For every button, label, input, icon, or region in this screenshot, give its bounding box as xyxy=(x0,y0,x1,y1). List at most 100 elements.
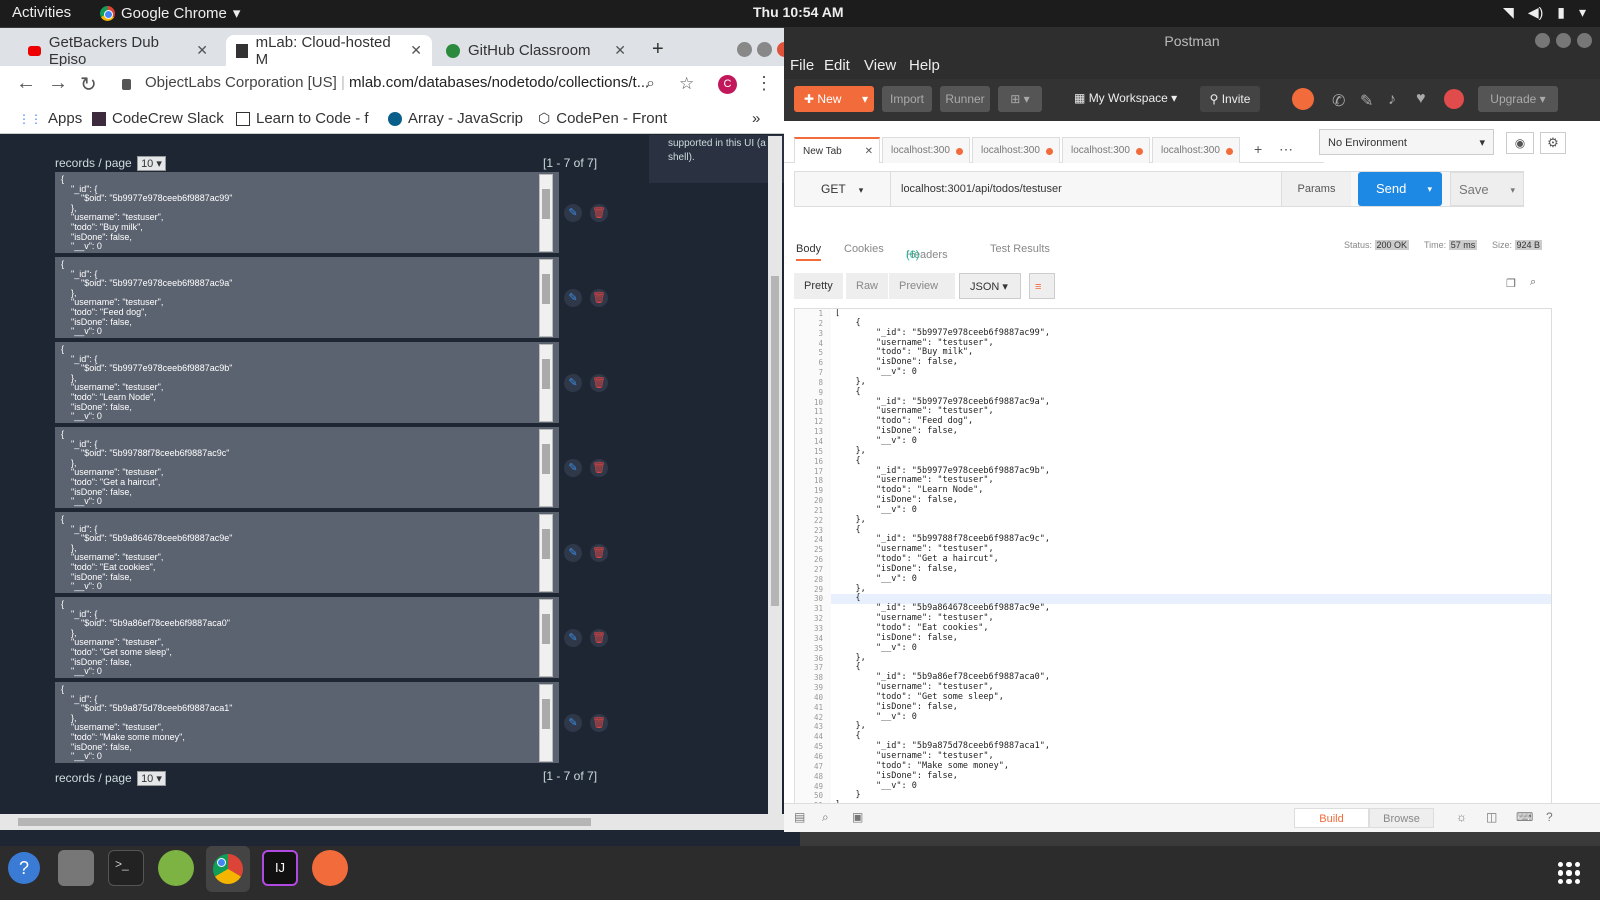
edit-icon[interactable]: ✎ xyxy=(564,374,582,392)
tab-body[interactable]: Body xyxy=(796,243,822,261)
minimize-icon[interactable] xyxy=(1535,33,1550,48)
find-icon[interactable]: ⌕ xyxy=(822,810,829,825)
satellite-icon[interactable]: ✆ xyxy=(1332,91,1345,111)
edit-icon[interactable]: ✎ xyxy=(564,289,582,307)
save-button[interactable]: Save ▾ xyxy=(1450,172,1524,206)
view-preview[interactable]: Preview xyxy=(889,273,955,299)
record-item[interactable]: { "_id": { "$oid": "5b9a86ef78ceeb6f9887… xyxy=(55,597,559,680)
edit-icon[interactable]: ✎ xyxy=(564,714,582,732)
bell-icon[interactable]: ♪ xyxy=(1388,91,1396,109)
record-scrollbar[interactable] xyxy=(539,259,553,337)
eye-icon[interactable]: ◉ xyxy=(1506,132,1534,154)
request-url-input[interactable]: localhost:3001/api/todos/testuser xyxy=(901,172,1062,206)
bookmark-apps[interactable]: ⋮⋮ Apps xyxy=(18,110,82,127)
tab-github-classroom[interactable]: GitHub Classroom ✕ xyxy=(436,35,636,66)
menu-icon[interactable]: ⋮ xyxy=(755,73,773,94)
console-icon[interactable]: ▣ xyxy=(852,810,863,824)
trash-icon[interactable]: 🗑 xyxy=(590,629,608,647)
trash-icon[interactable]: 🗑 xyxy=(590,544,608,562)
tab-mlab[interactable]: mLab: Cloud-hosted M ✕ xyxy=(226,34,432,68)
menu-edit[interactable]: Edit xyxy=(824,57,850,74)
chevron-down-icon[interactable]: ▾ xyxy=(862,86,868,112)
android-studio-icon[interactable] xyxy=(158,850,194,886)
bookmark-codecrew[interactable]: CodeCrew Slack xyxy=(92,110,224,127)
rpp-select[interactable]: 10 ▾ xyxy=(137,771,166,786)
tab-localhost[interactable]: localhost:300 xyxy=(1062,137,1150,163)
browse-button[interactable]: Browse xyxy=(1369,808,1434,828)
avatar[interactable]: C xyxy=(718,75,737,94)
record-item[interactable]: { "_id": { "$oid": "5b9a875d78ceeb6f9887… xyxy=(55,682,559,765)
keyboard-icon[interactable]: ⌨ xyxy=(1516,810,1533,824)
tab-new[interactable]: New Tab ✕ xyxy=(794,137,880,163)
zoom-icon[interactable]: ⌕ xyxy=(646,75,655,93)
wrap-lines-icon[interactable]: ≡ xyxy=(1029,273,1055,299)
tab-getbackers[interactable]: GetBackers Dub Episo ✕ xyxy=(18,34,218,68)
environment-select[interactable]: No Environment ▾ xyxy=(1319,129,1494,155)
terminal-app-icon[interactable]: >_ xyxy=(108,850,144,886)
address-bar[interactable]: ObjectLabs Corporation [US] | mlab.com/d… xyxy=(145,74,649,91)
star-icon[interactable]: ☆ xyxy=(679,74,694,94)
clock[interactable]: Thu 10:54 AM xyxy=(753,4,844,20)
wrench-icon[interactable]: ✎ xyxy=(1360,91,1373,111)
maximize-icon[interactable] xyxy=(1556,33,1571,48)
trash-icon[interactable]: 🗑 xyxy=(590,289,608,307)
settings-gear-icon[interactable]: ⚙ xyxy=(1540,132,1566,154)
edit-icon[interactable]: ✎ xyxy=(564,459,582,477)
maximize-icon[interactable] xyxy=(757,42,772,57)
close-window-icon[interactable] xyxy=(1577,33,1592,48)
user-avatar[interactable] xyxy=(1444,89,1464,109)
back-icon[interactable]: ← xyxy=(16,72,36,95)
new-window-button[interactable]: ⊞ ▾ xyxy=(998,86,1042,112)
sync-icon[interactable] xyxy=(1292,88,1314,110)
record-item[interactable]: { "_id": { "$oid": "5b9977e978ceeb6f9887… xyxy=(55,257,559,340)
trash-icon[interactable]: 🗑 xyxy=(590,714,608,732)
close-icon[interactable]: ✕ xyxy=(865,139,873,165)
help-app-icon[interactable]: ? xyxy=(8,852,40,884)
trash-icon[interactable]: 🗑 xyxy=(590,204,608,222)
add-tab-icon[interactable]: + xyxy=(1254,141,1262,157)
record-item[interactable]: { "_id": { "$oid": "5b9977e978ceeb6f9887… xyxy=(55,172,559,255)
bookmark-codepen[interactable]: ⬡ CodePen - Front xyxy=(538,110,667,127)
view-pretty[interactable]: Pretty xyxy=(794,273,843,299)
record-scrollbar[interactable] xyxy=(539,429,553,507)
app-menu[interactable]: Google Chrome ▾ xyxy=(100,4,240,22)
edit-icon[interactable]: ✎ xyxy=(564,544,582,562)
system-tray[interactable]: ◥ ◀) ▮ ▾ xyxy=(1503,4,1586,21)
response-body[interactable]: 1 2 3 4 5 6 7 8 9 10 11 12 13 14 15 16 1… xyxy=(794,308,1552,808)
build-button[interactable]: Build xyxy=(1294,808,1369,828)
format-select[interactable]: JSON ▾ xyxy=(959,273,1021,299)
show-apps-icon[interactable] xyxy=(1558,862,1580,884)
record-scrollbar[interactable] xyxy=(539,599,553,677)
trash-icon[interactable]: 🗑 xyxy=(590,374,608,392)
search-icon[interactable]: ⌕ xyxy=(1530,276,1536,289)
edit-icon[interactable]: ✎ xyxy=(564,204,582,222)
files-app-icon[interactable] xyxy=(58,850,94,886)
view-raw[interactable]: Raw xyxy=(846,273,889,299)
record-item[interactable]: { "_id": { "$oid": "5b9a864678ceeb6f9887… xyxy=(55,512,559,595)
bookmark-learn-to-code[interactable]: Learn to Code - f xyxy=(236,110,369,127)
activities-button[interactable]: Activities xyxy=(12,4,71,21)
edit-icon[interactable]: ✎ xyxy=(564,629,582,647)
intellij-app-icon[interactable]: IJ xyxy=(262,850,298,886)
send-button[interactable]: Send ▾ xyxy=(1358,172,1442,206)
layout-icon[interactable]: ◫ xyxy=(1486,810,1497,824)
more-bookmarks-icon[interactable]: » xyxy=(752,110,760,127)
method-select[interactable]: GET ▾ xyxy=(795,172,891,206)
chevron-down-icon[interactable]: ▾ xyxy=(1427,172,1432,206)
invite-button[interactable]: ⚲ Invite xyxy=(1200,86,1260,112)
params-button[interactable]: Params xyxy=(1281,172,1351,206)
tab-localhost[interactable]: localhost:300 xyxy=(972,137,1060,163)
record-scrollbar[interactable] xyxy=(539,684,553,762)
runner-button[interactable]: Runner xyxy=(940,86,990,112)
workspace-selector[interactable]: ▦ My Workspace ▾ xyxy=(1074,91,1177,105)
record-scrollbar[interactable] xyxy=(539,344,553,422)
postman-app-icon[interactable] xyxy=(312,850,348,886)
record-scrollbar[interactable] xyxy=(539,174,553,252)
record-item[interactable]: { "_id": { "$oid": "5b99788f78ceeb6f9887… xyxy=(55,427,559,510)
menu-file[interactable]: File xyxy=(790,57,814,74)
heart-icon[interactable]: ♥ xyxy=(1416,90,1426,108)
close-icon[interactable]: ✕ xyxy=(614,42,626,59)
menu-view[interactable]: View xyxy=(864,57,896,74)
record-scrollbar[interactable] xyxy=(539,514,553,592)
bulb-icon[interactable]: ☼ xyxy=(1456,810,1467,824)
